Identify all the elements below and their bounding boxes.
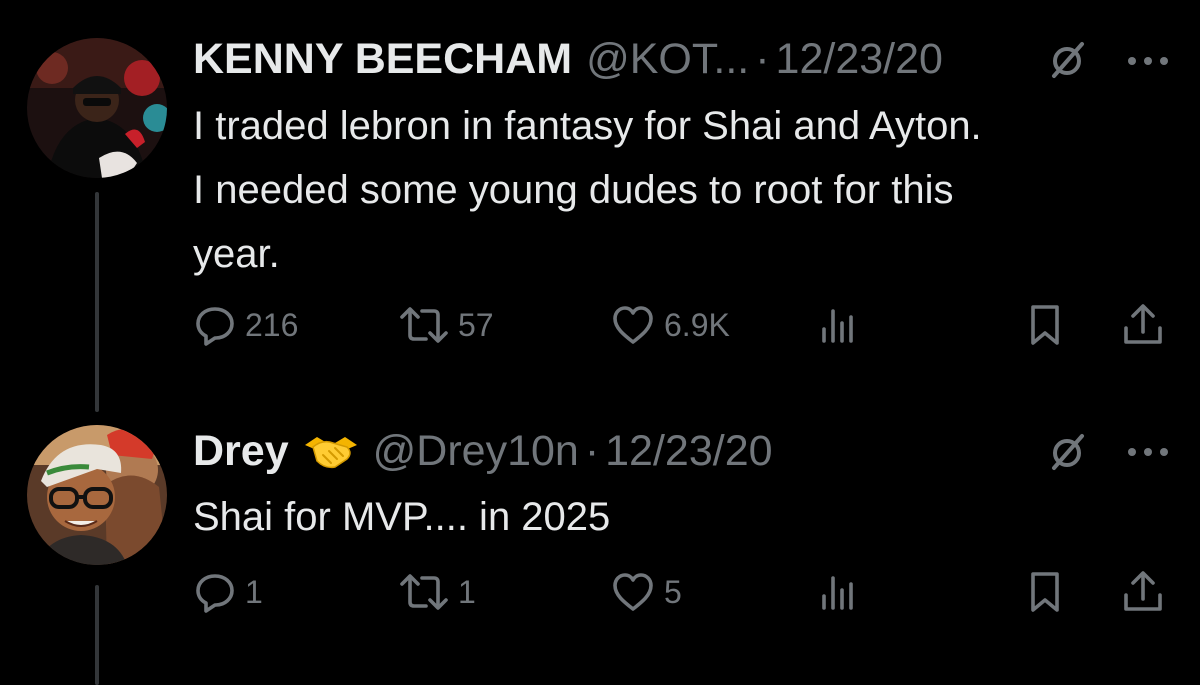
retweet-count: 57 xyxy=(458,306,494,343)
like-button[interactable]: 6.9K xyxy=(610,300,730,350)
thread-line xyxy=(95,192,99,412)
separator: · xyxy=(755,35,770,83)
slashed-circle-icon[interactable] xyxy=(1048,432,1088,472)
avatar[interactable] xyxy=(27,425,167,565)
display-name[interactable]: KENNY BEECHAM xyxy=(193,34,572,84)
three-dots-icon[interactable] xyxy=(1126,54,1170,66)
display-name[interactable]: Drey xyxy=(193,426,289,476)
speech-bubble-icon xyxy=(193,303,237,347)
tweet-actions: 216 57 6.9K xyxy=(193,300,1173,350)
tweet-text: Shai for MVP.... in 2025 xyxy=(193,495,611,539)
like-count: 5 xyxy=(664,573,682,610)
bookmark-icon xyxy=(1025,569,1065,615)
heart-icon xyxy=(610,570,656,614)
bookmark-button[interactable] xyxy=(1025,567,1065,617)
reply-count: 216 xyxy=(245,306,299,343)
views-button[interactable] xyxy=(818,567,858,617)
handshake-emoji xyxy=(303,431,359,471)
share-upload-icon xyxy=(1121,569,1165,615)
separator: · xyxy=(584,427,600,475)
reply-button[interactable]: 216 xyxy=(193,300,298,350)
tweet-header: KENNY BEECHAM @KOT... · 12/23/20 xyxy=(193,34,943,84)
tweet-actions: 1 1 5 xyxy=(193,567,1173,617)
share-upload-icon xyxy=(1121,302,1165,348)
retweet-button[interactable]: 1 xyxy=(398,567,476,617)
retweet-button[interactable]: 57 xyxy=(398,300,494,350)
avatar[interactable] xyxy=(27,38,167,178)
retweet-arrows-icon xyxy=(398,570,450,614)
views-button[interactable] xyxy=(818,300,858,350)
tweet-text: I traded lebron in fantasy for Shai and … xyxy=(193,104,982,276)
speech-bubble-icon xyxy=(193,570,237,614)
like-count: 6.9K xyxy=(664,306,730,343)
like-button[interactable]: 5 xyxy=(610,567,682,617)
user-handle[interactable]: @KOT... xyxy=(586,34,749,84)
retweet-arrows-icon xyxy=(398,303,450,347)
thread-line xyxy=(95,585,99,685)
tweet[interactable]: Drey @Drey10n · 12/23/20 Shai for MVP...… xyxy=(0,405,1200,685)
reply-button[interactable]: 1 xyxy=(193,567,263,617)
timestamp[interactable]: 12/23/20 xyxy=(605,426,772,476)
bookmark-button[interactable] xyxy=(1025,300,1065,350)
share-button[interactable] xyxy=(1121,300,1165,350)
slashed-circle-icon[interactable] xyxy=(1048,40,1088,80)
user-handle[interactable]: @Drey10n xyxy=(373,426,579,476)
retweet-count: 1 xyxy=(458,573,476,610)
bar-chart-icon xyxy=(818,303,858,347)
bar-chart-icon xyxy=(818,570,858,614)
bookmark-icon xyxy=(1025,302,1065,348)
tweet-header: Drey @Drey10n · 12/23/20 xyxy=(193,425,773,475)
three-dots-icon[interactable] xyxy=(1126,445,1170,457)
heart-icon xyxy=(610,303,656,347)
tweet[interactable]: KENNY BEECHAM @KOT... · 12/23/20 I trade… xyxy=(0,0,1200,412)
timestamp[interactable]: 12/23/20 xyxy=(776,34,943,84)
reply-count: 1 xyxy=(245,573,263,610)
share-button[interactable] xyxy=(1121,567,1165,617)
